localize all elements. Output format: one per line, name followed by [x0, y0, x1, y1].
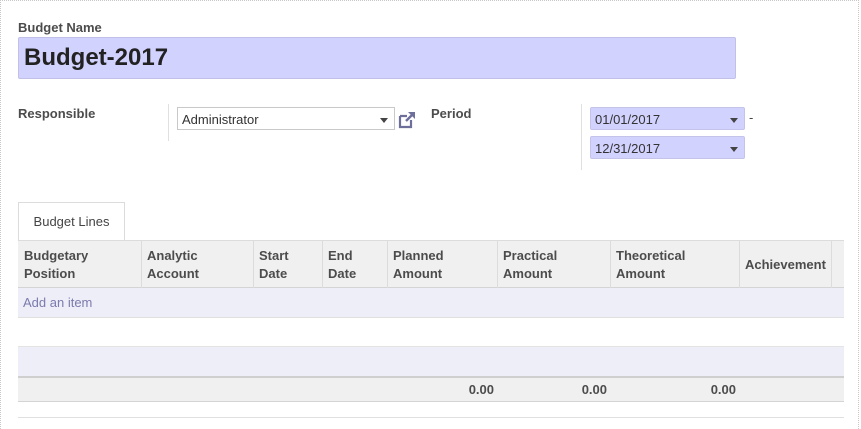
add-item-link[interactable]: Add an item — [23, 295, 92, 310]
responsible-value: Administrator — [182, 112, 259, 127]
col-budgetary-position[interactable]: Budgetary Position — [18, 241, 142, 288]
responsible-separator — [168, 104, 169, 141]
period-label: Period — [431, 106, 472, 121]
col-practical-amount[interactable]: Practical Amount — [497, 241, 611, 288]
responsible-select[interactable]: Administrator — [177, 107, 395, 130]
caret-down-icon — [380, 118, 388, 123]
col-analytic-account[interactable]: Analytic Account — [141, 241, 254, 288]
table-row — [18, 346, 844, 376]
table-header: Budgetary Position Analytic Account Star… — [18, 240, 844, 288]
budget-name-label: Budget Name — [18, 20, 102, 35]
tab-budget-lines[interactable]: Budget Lines — [18, 202, 125, 241]
external-link-icon[interactable] — [397, 110, 417, 130]
caret-down-icon — [730, 147, 738, 152]
responsible-label: Responsible — [18, 106, 96, 121]
col-theoretical-amount[interactable]: Theoretical Amount — [610, 241, 740, 288]
table-footer-totals: 0.00 0.00 0.00 — [18, 376, 844, 402]
add-item-row: Add an item — [18, 288, 844, 318]
period-start-value: 01/01/2017 — [595, 112, 661, 127]
period-start-date[interactable]: 01/01/2017 — [590, 107, 745, 130]
col-achievement[interactable]: Achievement — [739, 241, 832, 288]
period-separator — [581, 104, 582, 170]
form-sheet: Budget Name Budget-2017 Responsible Admi… — [0, 0, 859, 429]
col-start-date[interactable]: Start Date — [253, 241, 323, 288]
total-practical: 0.00 — [581, 382, 607, 397]
divider — [18, 417, 844, 418]
caret-down-icon — [730, 118, 738, 123]
total-theoretical: 0.00 — [710, 382, 736, 397]
total-planned: 0.00 — [468, 382, 494, 397]
period-end-value: 12/31/2017 — [595, 141, 661, 156]
col-end-date[interactable]: End Date — [322, 241, 388, 288]
period-end-date[interactable]: 12/31/2017 — [590, 136, 745, 159]
budget-name-input[interactable]: Budget-2017 — [18, 37, 736, 79]
col-planned-amount[interactable]: Planned Amount — [387, 241, 498, 288]
period-dash: - — [749, 110, 754, 125]
